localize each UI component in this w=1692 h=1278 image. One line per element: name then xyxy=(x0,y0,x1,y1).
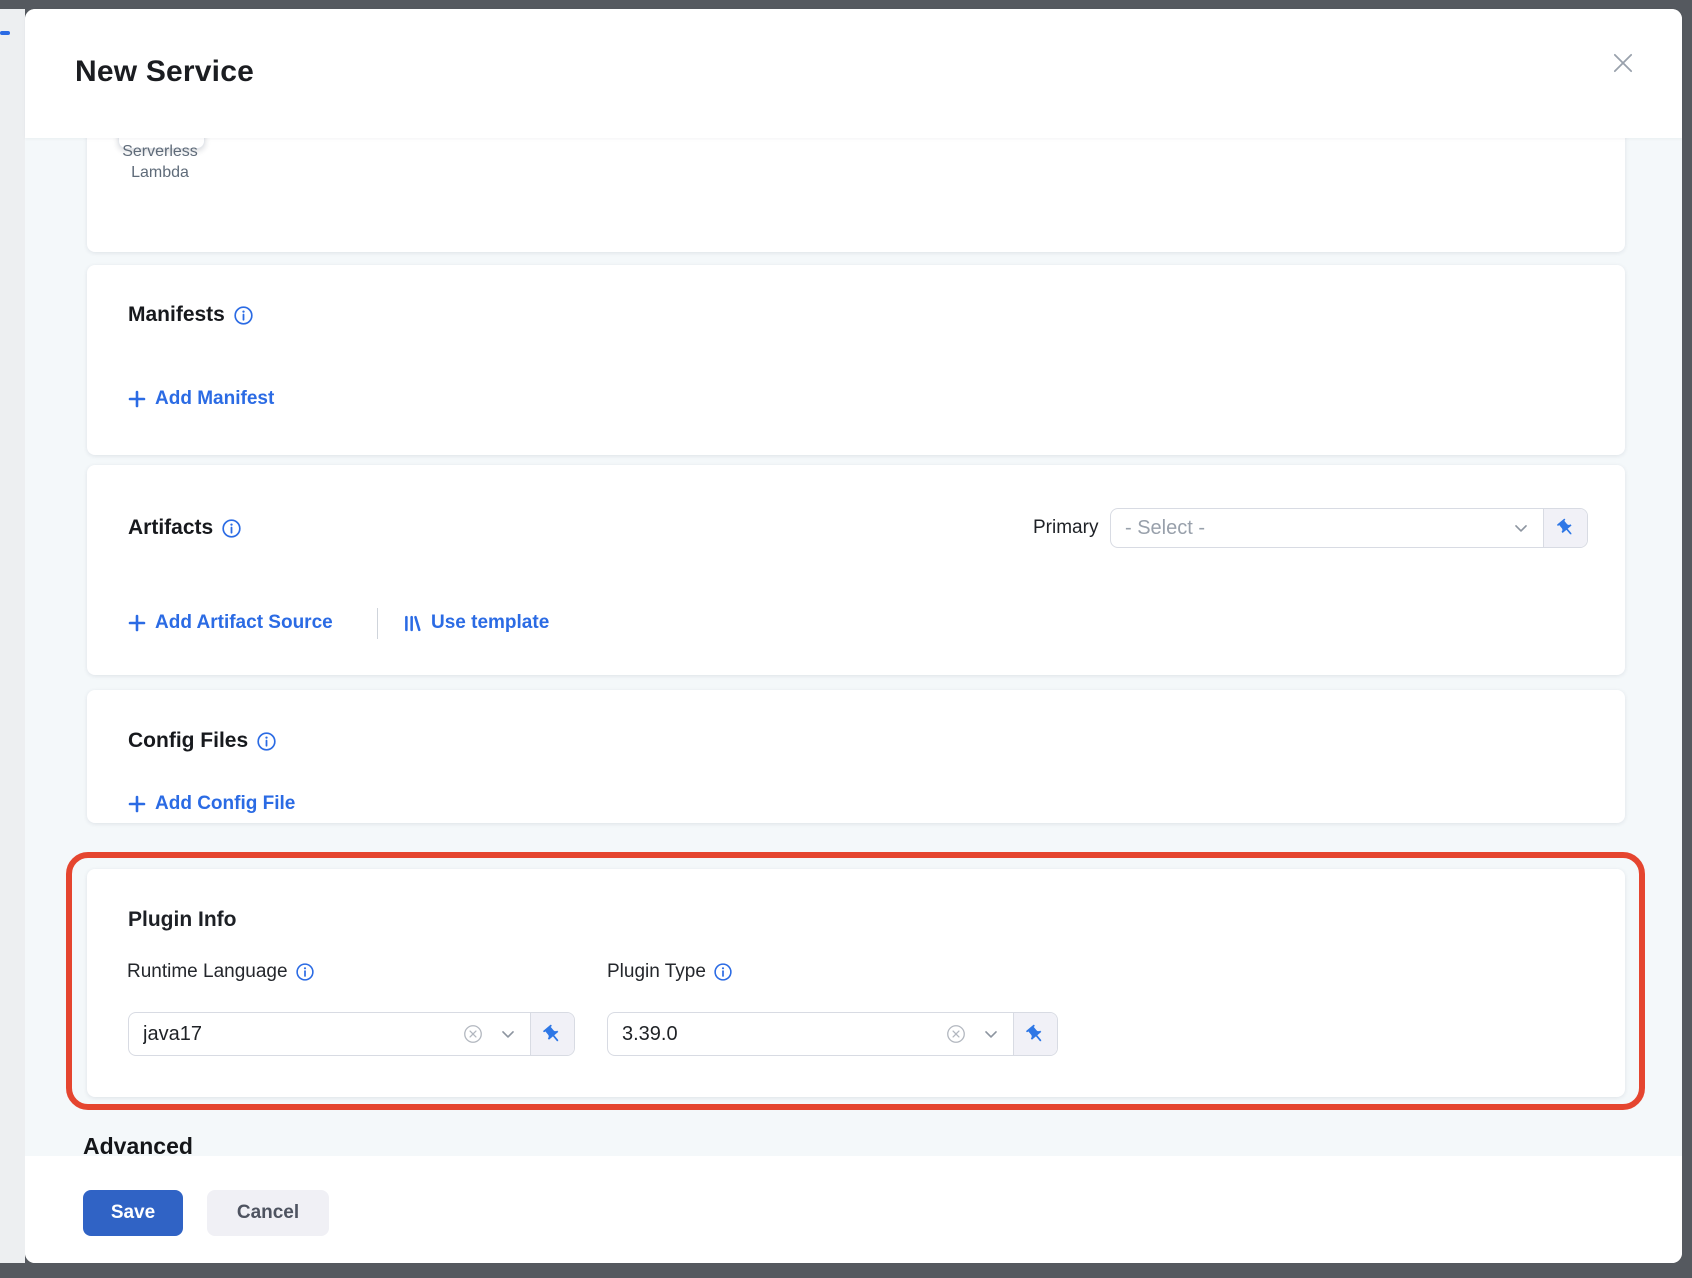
plugin-type-value: 3.39.0 xyxy=(622,1023,931,1046)
plugin-type-label: Plugin Type xyxy=(607,961,732,983)
serverless-lambda-label: Serverless Lambda xyxy=(110,141,210,183)
pin-icon xyxy=(542,1024,563,1045)
plugin-info-section-title: Plugin Info xyxy=(128,908,236,932)
runtime-language-value: java17 xyxy=(143,1023,448,1046)
pin-runtime-language-button[interactable] xyxy=(530,1013,574,1055)
use-template-button[interactable]: Use template xyxy=(403,612,549,634)
pin-icon xyxy=(1556,518,1576,538)
config-files-section-title: Config Files xyxy=(128,729,276,753)
manifests-section-title: Manifests xyxy=(128,303,253,327)
primary-artifact-placeholder: - Select - xyxy=(1125,517,1497,540)
pin-icon xyxy=(1025,1024,1046,1045)
screenshot-root: Serverless Lambda Manifests Add Manifest… xyxy=(0,0,1692,1278)
plus-icon xyxy=(128,390,146,408)
pin-plugin-type-button[interactable] xyxy=(1013,1013,1057,1055)
plus-icon xyxy=(128,614,146,632)
artifacts-section-title: Artifacts xyxy=(128,516,241,540)
background-fragment xyxy=(0,31,10,35)
pin-runtime-input-button[interactable] xyxy=(1543,509,1587,547)
chevron-down-icon[interactable] xyxy=(498,1024,518,1044)
plus-icon xyxy=(128,795,146,813)
cancel-button[interactable]: Cancel xyxy=(207,1190,329,1236)
artifacts-card xyxy=(87,465,1625,675)
manifests-card xyxy=(87,265,1625,455)
clear-icon[interactable] xyxy=(462,1023,484,1045)
save-button[interactable]: Save xyxy=(83,1190,183,1236)
info-icon[interactable] xyxy=(222,519,241,538)
add-config-file-button[interactable]: Add Config File xyxy=(128,793,295,815)
info-icon[interactable] xyxy=(234,306,253,325)
add-artifact-source-button[interactable]: Add Artifact Source xyxy=(128,612,333,634)
info-icon[interactable] xyxy=(714,963,732,981)
runtime-language-select[interactable]: java17 xyxy=(128,1012,575,1056)
info-icon[interactable] xyxy=(257,732,276,751)
runtime-language-label: Runtime Language xyxy=(127,961,314,983)
clear-icon[interactable] xyxy=(945,1023,967,1045)
primary-artifact-select[interactable]: - Select - xyxy=(1110,508,1588,548)
config-files-card xyxy=(87,690,1625,823)
chevron-down-icon[interactable] xyxy=(1511,518,1531,538)
plugin-type-select[interactable]: 3.39.0 xyxy=(607,1012,1058,1056)
plugin-info-card xyxy=(87,869,1625,1097)
add-manifest-button[interactable]: Add Manifest xyxy=(128,388,274,410)
primary-artifact-label: Primary xyxy=(1033,517,1098,539)
link-divider xyxy=(377,608,378,639)
info-icon[interactable] xyxy=(296,963,314,981)
modal-header xyxy=(25,9,1682,138)
modal-title: New Service xyxy=(75,55,254,89)
chevron-down-icon[interactable] xyxy=(981,1024,1001,1044)
close-icon[interactable] xyxy=(1604,44,1642,82)
background-page-sliver xyxy=(0,9,25,1263)
template-icon xyxy=(403,614,422,633)
